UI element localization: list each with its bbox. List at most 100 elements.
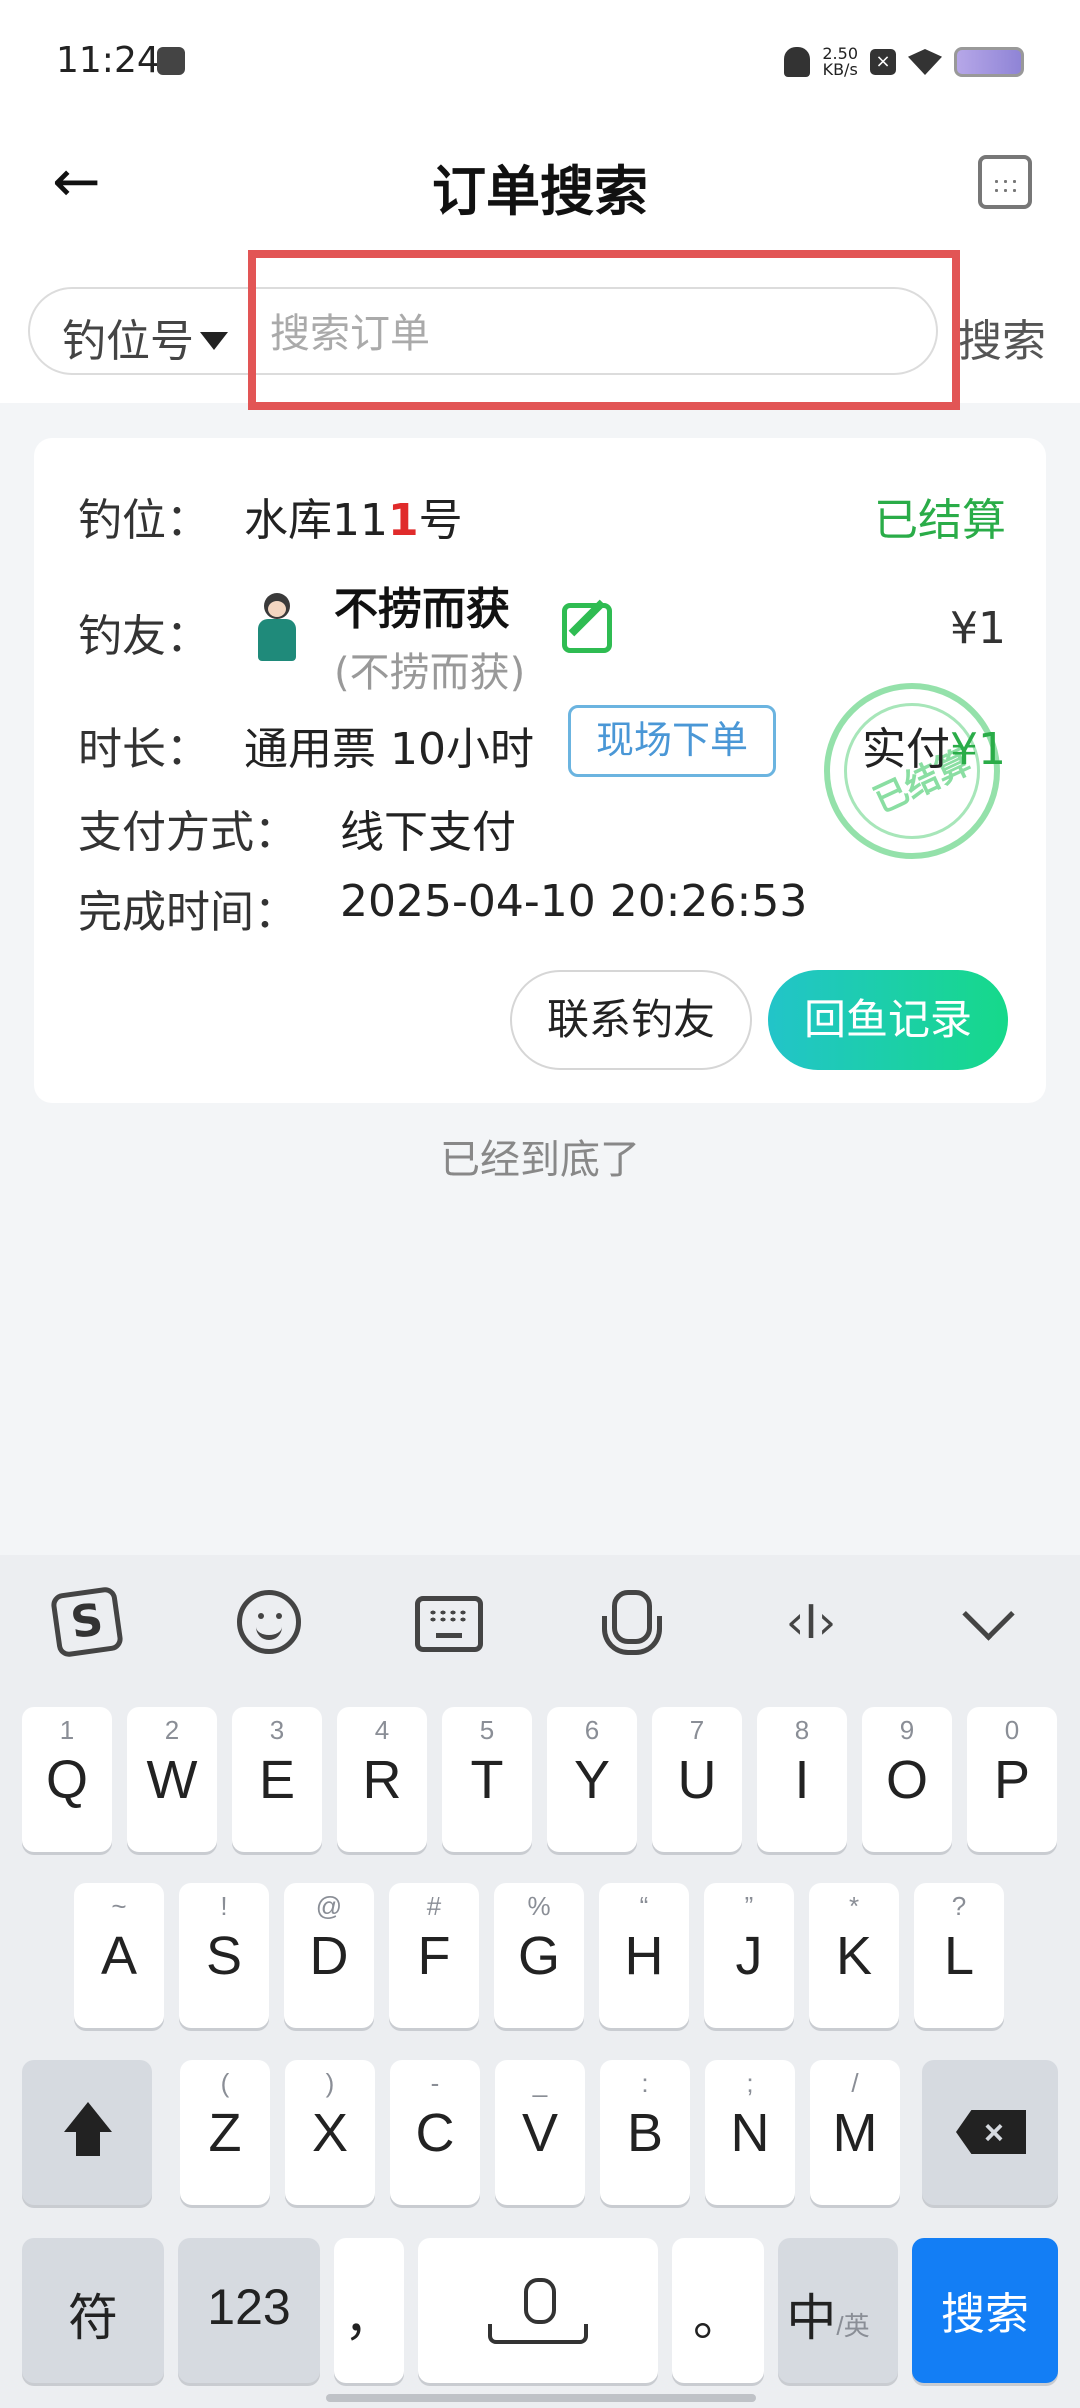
keyboard-layout-icon[interactable] [415,1596,483,1652]
caret-down-icon [200,332,228,350]
shift-icon [56,2102,118,2164]
key-j[interactable]: ” J [704,1883,794,2028]
key-label: O [885,1750,928,1810]
key-label: J [735,1926,763,1986]
key-sub-label: / [851,2068,859,2098]
edit-icon[interactable] [562,603,612,653]
battery-icon [954,47,1024,77]
symbol-key[interactable]: 符 [22,2238,164,2383]
key-d[interactable]: @ D [284,1883,374,2028]
key-w[interactable]: 2W [127,1707,217,1852]
friend-label: 钓友： [78,611,210,662]
key-label: C [415,2103,455,2163]
key-p[interactable]: 0P [967,1707,1057,1852]
status-bar: 11:24 2.50 KB/s × [0,0,1080,125]
list-end-text: 已经到底了 [440,1137,640,1183]
comma-key[interactable]: ， [334,2238,404,2383]
key-u[interactable]: 7U [652,1707,742,1852]
shift-key[interactable] [22,2060,152,2205]
space-key[interactable] [418,2238,658,2383]
key-e[interactable]: 3E [232,1707,322,1852]
key-label: Q [45,1750,88,1810]
key-sub-label: # [426,1891,442,1921]
key-i[interactable]: 8I [757,1707,847,1852]
key-sub-label: ~ [111,1891,127,1921]
wifi-icon [908,49,942,75]
key-c[interactable]: -C [390,2060,480,2205]
delete-key[interactable]: × [922,2060,1058,2205]
search-type-dropdown[interactable]: 钓位号 [62,305,228,369]
search-key[interactable]: 搜索 [912,2238,1058,2383]
search-button[interactable]: 搜索 [958,305,1046,369]
key-label: A [100,1926,138,1986]
key-label: V [521,2103,559,2163]
payment-value: 线下支付 [340,807,516,858]
key-label: H [624,1926,664,1986]
contact-friend-button[interactable]: 联系钓友 [510,970,752,1070]
key-sub-label: 8 [794,1715,810,1745]
key-label: G [517,1926,560,1986]
collapse-keyboard-icon[interactable] [958,1590,1018,1650]
key-x[interactable]: ) X [285,2060,375,2205]
cursor-move-icon[interactable]: ‹I› [778,1590,844,1660]
friend-nickname-sub: (不捞而获) [334,650,526,696]
key-f[interactable]: # F [389,1883,479,2028]
key-sub-label: 3 [269,1715,285,1745]
key-sub-label: ; [746,2068,754,2098]
key-v[interactable]: _ V [495,2060,585,2205]
number-key[interactable]: 123 [178,2238,320,2383]
key-sub-label: “ [639,1891,649,1921]
key-label: L [943,1926,975,1986]
key-sub-label: 9 [899,1715,915,1745]
paid-amount: 实付¥1 [862,724,1006,775]
key-q[interactable]: 1Q [22,1707,112,1852]
sogou-logo-icon[interactable]: S [49,1585,125,1659]
key-k[interactable]: * K [809,1883,899,2028]
key-g[interactable]: % G [494,1883,584,2028]
key-b[interactable]: :B [600,2060,690,2205]
order-source-tag: 现场下单 [568,705,776,777]
key-sub-label: ) [325,2068,335,2098]
key-sub-label: 1 [59,1715,75,1745]
duration-label: 时长： [78,724,210,775]
home-indicator[interactable] [326,2394,756,2402]
key-label: I [794,1750,810,1810]
key-s[interactable]: ! S [179,1883,269,2028]
key-n[interactable]: ; N [705,2060,795,2205]
key-label: T [470,1750,504,1810]
emoji-icon[interactable] [237,1590,301,1654]
key-sub-label: 7 [689,1715,705,1745]
payment-label: 支付方式： [78,807,298,858]
net-speed: 2.50 KB/s [822,44,858,79]
key-label: K [835,1926,873,1986]
status-time: 11:24 [56,40,160,81]
fish-record-button[interactable]: 回鱼记录 [768,970,1008,1070]
key-sub-label: % [527,1891,551,1921]
key-sub-label: : [641,2068,649,2098]
duration-value: 通用票 10小时 [244,724,534,775]
key-y[interactable]: 6Y [547,1707,637,1852]
key-l[interactable]: ? L [914,1883,1004,2028]
key-label: Z [208,2103,242,2163]
key-z[interactable]: (Z [180,2060,270,2205]
key-h[interactable]: “H [599,1883,689,2028]
key-sub-label: - [430,2068,440,2098]
key-t[interactable]: 5T [442,1707,532,1852]
key-label: S [205,1926,243,1986]
status-icons: 2.50 KB/s × [784,40,1024,84]
key-o[interactable]: 9O [862,1707,952,1852]
key-label: E [258,1750,296,1810]
key-sub-label: 5 [479,1715,495,1745]
voice-input-icon[interactable] [600,1590,662,1660]
key-a[interactable]: ~ A [74,1883,164,2028]
period-key[interactable]: 。 [672,2238,764,2383]
key-r[interactable]: 4R [337,1707,427,1852]
key-label: M [832,2103,878,2163]
key-m[interactable]: / M [810,2060,900,2205]
language-switch-key[interactable]: 中/英 [778,2238,898,2383]
calendar-icon[interactable] [978,155,1032,209]
key-label: U [677,1750,717,1810]
key-sub-label: ( [220,2068,230,2098]
order-price: ¥1 [950,603,1006,654]
close-notification-icon: × [870,49,896,75]
